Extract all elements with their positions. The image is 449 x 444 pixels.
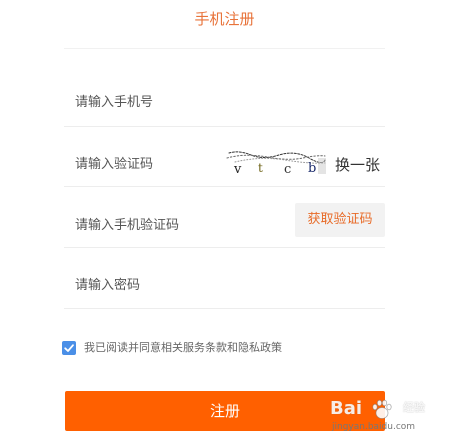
phone-placeholder: 请输入手机号 <box>75 95 154 110</box>
agreement-label[interactable]: 我已阅读并同意相关服务条款和隐私政策 <box>84 340 282 356</box>
password-field[interactable]: 请输入密码 <box>64 275 385 309</box>
captcha-char: t <box>258 161 263 175</box>
watermark-logo-text: Bai <box>330 398 363 419</box>
phone-field[interactable]: 请输入手机号 <box>64 92 385 127</box>
captcha-char: b <box>308 161 316 176</box>
get-sms-code-button[interactable]: 获取验证码 <box>295 203 385 237</box>
refresh-captcha-link[interactable]: 换一张 <box>335 155 380 175</box>
captcha-placeholder: 请输入验证码 <box>75 157 154 172</box>
captcha-graphic: v t c b <box>226 151 326 177</box>
password-placeholder: 请输入密码 <box>75 278 141 293</box>
captcha-image[interactable]: v t c b <box>225 150 327 180</box>
baidu-watermark: Bai 经验 jingyan.baidu.com <box>330 395 448 435</box>
page-title: 手机注册 <box>194 10 255 28</box>
sms-code-placeholder: 请输入手机验证码 <box>75 218 180 233</box>
title-divider <box>64 48 385 49</box>
watermark-jingyan-text: 经验 <box>403 401 425 414</box>
captcha-char: v <box>233 162 242 177</box>
watermark-url: jingyan.baidu.com <box>332 422 416 432</box>
captcha-char: c <box>284 162 291 177</box>
agreement-checkbox[interactable] <box>62 341 76 355</box>
check-icon <box>64 344 74 352</box>
